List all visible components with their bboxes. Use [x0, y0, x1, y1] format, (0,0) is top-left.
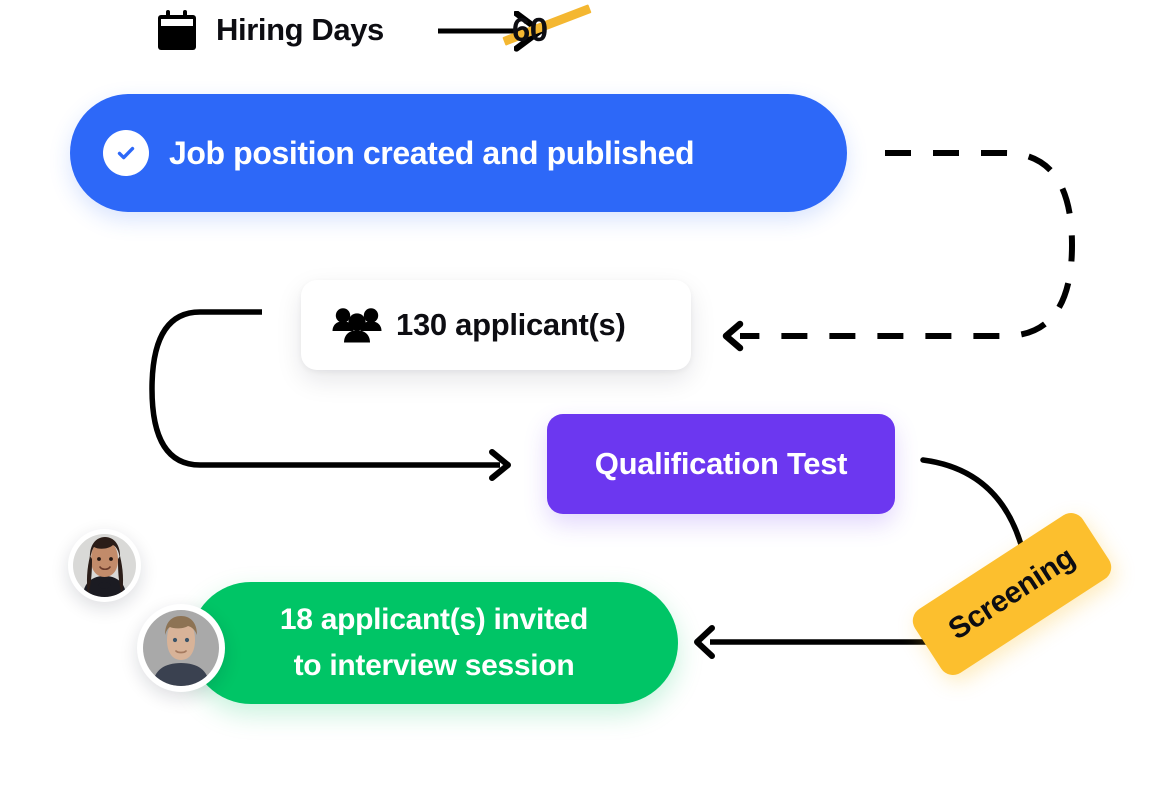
step-qualification-test[interactable]: Qualification Test	[547, 414, 895, 514]
avatar-photo	[143, 610, 219, 686]
step-job-published-label: Job position created and published	[169, 134, 695, 171]
step-invited-to-interview-label: 18 applicant(s) invited to interview ses…	[264, 597, 604, 690]
hiring-days-value-group: 60	[502, 4, 592, 49]
hiring-days-value: 60	[511, 11, 548, 48]
avatar-candidate-2[interactable]	[137, 604, 225, 692]
step-qualification-test-label: Qualification Test	[594, 446, 848, 481]
avatar-photo	[73, 534, 136, 597]
qualification-to-screening-curve	[920, 457, 1025, 551]
page-title: Hiring Days	[216, 12, 384, 47]
hiring-flow-diagram: Hiring Days 60 Job position created and …	[0, 0, 1175, 786]
invited-line-2: to interview session	[293, 649, 575, 682]
calendar-icon	[158, 10, 196, 50]
avatar-candidate-1[interactable]	[68, 529, 141, 602]
applicants-count-label: 130 applicant(s)	[396, 307, 626, 342]
header-row: Hiring Days 60	[158, 4, 592, 56]
invited-line-1: 18 applicant(s) invited	[279, 602, 589, 636]
step-invited-to-interview[interactable]: 18 applicant(s) invited to interview ses…	[190, 582, 678, 704]
people-group-icon	[332, 307, 382, 343]
screening-to-invited-arrow	[694, 625, 940, 659]
card-applicants-count[interactable]: 130 applicant(s)	[301, 280, 691, 370]
step-job-published[interactable]: Job position created and published	[70, 94, 847, 212]
check-circle-icon	[103, 130, 149, 176]
